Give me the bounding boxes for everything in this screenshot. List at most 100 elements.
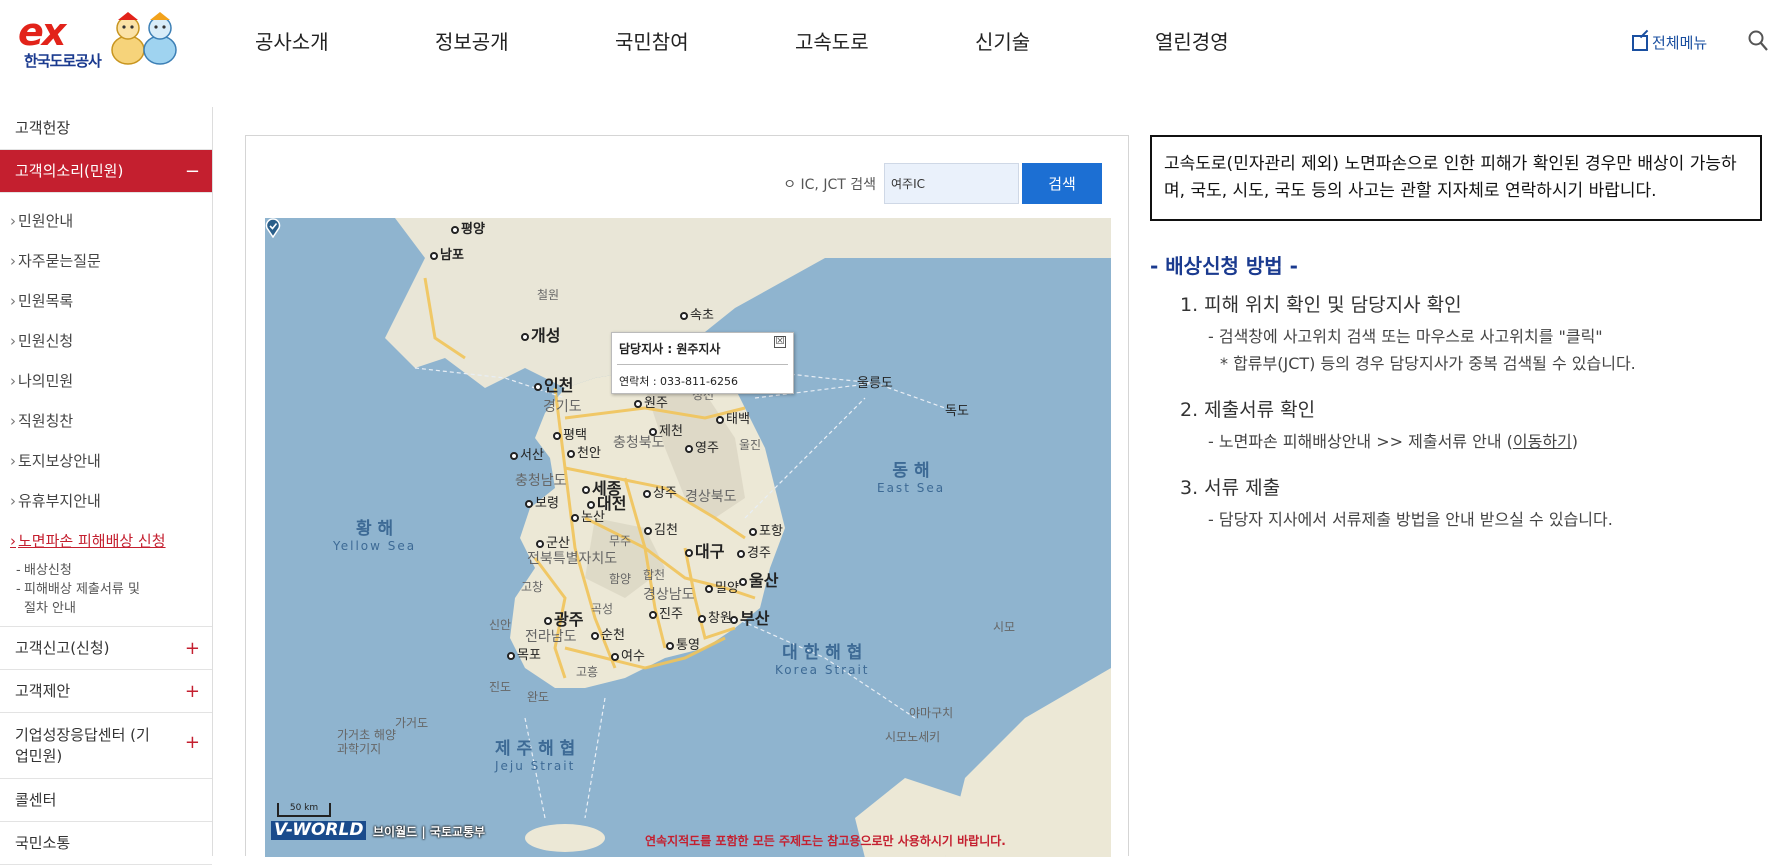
nav-item-expressway[interactable]: 고속도로	[795, 26, 975, 55]
ic-search-input[interactable]	[884, 163, 1019, 204]
map-label: 부산	[730, 605, 769, 629]
map-label: 전북특별자치도	[527, 551, 618, 567]
header: ex 한국도로공사 공사소개 정보공개 국민참여 고속도로 신기술 열린경영 전…	[0, 0, 1773, 84]
sea-label-jeju-strait: 제 주 해 협 Jeju Strait	[495, 739, 576, 773]
map-view[interactable]: 평양 남포 철원 속초 개성 인천 원주 동해 울릉도 독도 경기도 정선 태백…	[265, 218, 1111, 857]
all-menu-label: 전체메뉴	[1652, 34, 1708, 52]
close-icon[interactable]: ☒	[774, 336, 786, 348]
logo-mark: ex	[18, 10, 66, 54]
expand-icon: +	[184, 638, 200, 659]
map-label-pyongyang: 평양	[451, 218, 485, 237]
map-pin-icon[interactable]	[265, 218, 281, 238]
sidebar-sub-item[interactable]: 직원칭찬	[10, 401, 212, 441]
map-disclaimer: 연속지적도를 포함한 모든 주제도는 참고용으로만 사용하시기 바랍니다.	[645, 834, 1006, 848]
map-label-nampo: 남포	[430, 244, 464, 263]
sidebar: 고객헌장 고객의소리(민원) − 민원안내 자주묻는질문 민원목록 민원신청 나…	[0, 107, 213, 865]
ic-search-bar: ㅇ IC, JCT 검색 검색	[783, 163, 1102, 204]
map-label: 시모노세키	[885, 730, 941, 744]
map-label: 경상북도	[685, 489, 737, 505]
sidebar-third-item-documents[interactable]: - 피해배상 제출서류 및 절차 안내	[10, 580, 212, 618]
nav-item-about[interactable]: 공사소개	[255, 26, 435, 55]
sea-label-korea-strait: 대 한 해 협 Korea Strait	[775, 643, 870, 677]
sidebar-submenu: 민원안내 자주묻는질문 민원목록 민원신청 나의민원 직원칭찬 토지보상안내 유…	[0, 193, 212, 627]
sidebar-sub-item[interactable]: 나의민원	[10, 361, 212, 401]
map-label: 진도	[489, 680, 512, 694]
search-button[interactable]: 검색	[1022, 163, 1102, 204]
map-label: 통영	[666, 634, 700, 653]
map-label: 전라남도	[525, 629, 577, 645]
sidebar-sub-item[interactable]: 민원신청	[10, 321, 212, 361]
sidebar-item-voice[interactable]: 고객의소리(민원) −	[0, 150, 212, 193]
map-scale: 50 km	[277, 803, 331, 817]
external-link-icon	[1632, 34, 1648, 51]
map-label: 경주	[737, 542, 771, 561]
sidebar-item-report[interactable]: 고객신고(신청) +	[0, 627, 212, 670]
sidebar-third-item-apply[interactable]: - 배상신청	[10, 561, 212, 580]
step-2: 2. 제출서류 확인 - 노면파손 피해배상안내 >> 제출서류 안내 (이동하…	[1180, 395, 1760, 455]
map-panel: ㅇ IC, JCT 검색 검색	[245, 135, 1129, 857]
collapse-icon: −	[184, 161, 200, 182]
sidebar-sub-item-current[interactable]: 노면파손 피해배상 신청	[10, 521, 212, 561]
sea-label-yellow: 황 해 Yellow Sea	[333, 519, 417, 553]
map-label: 곡성	[591, 602, 614, 616]
method-title: - 배상신청 방법 -	[1150, 254, 1298, 278]
map-label: 충청남도	[515, 473, 567, 489]
step-note: * 합류부(JCT) 등의 경우 담당지사가 중복 검색될 수 있습니다.	[1220, 354, 1636, 373]
map-label: 신안	[489, 618, 512, 632]
map-label: 김천	[644, 519, 678, 538]
sidebar-sub-item[interactable]: 민원목록	[10, 281, 212, 321]
sidebar-item-label: 고객의소리(민원)	[15, 162, 124, 180]
vworld-logo: V-WORLD	[271, 821, 367, 840]
sidebar-item-callcenter[interactable]: 콜센터	[0, 779, 212, 822]
step-desc: - 노면파손 피해배상안내 >> 제출서류 안내 (이동하기)	[1208, 432, 1579, 451]
step-3: 3. 서류 제출 - 담당자 지사에서 서류제출 방법을 안내 받으실 수 있습…	[1180, 473, 1760, 533]
nav-item-participation[interactable]: 국민참여	[615, 26, 795, 55]
map-label: 무주	[609, 534, 632, 548]
nav-item-technology[interactable]: 신기술	[975, 26, 1155, 55]
map-label: 함양	[609, 572, 632, 586]
sidebar-item-communication[interactable]: 국민소통	[0, 822, 212, 865]
notice-box: 고속도로(민자관리 제외) 노면파손으로 인한 피해가 확인된 경우만 배상이 …	[1150, 135, 1762, 221]
step-1: 1. 피해 위치 확인 및 담당지사 확인 - 검색창에 사고위치 검색 또는 …	[1180, 290, 1760, 377]
map-label: 영주	[685, 437, 719, 456]
map-label: 독도	[945, 404, 969, 419]
sea-label-east: 동 해 East Sea	[877, 461, 946, 495]
map-label: 원주	[634, 392, 668, 411]
sidebar-sub-item[interactable]: 자주묻는질문	[10, 241, 212, 281]
map-label: 가거초 해양과학기지	[337, 728, 397, 756]
method-steps: 1. 피해 위치 확인 및 담당지사 확인 - 검색창에 사고위치 검색 또는 …	[1180, 290, 1760, 551]
map-label: 대구	[685, 538, 724, 562]
step-desc: - 담당자 지사에서 서류제출 방법을 안내 받으실 수 있습니다.	[1208, 510, 1613, 529]
step-title: 2. 제출서류 확인	[1180, 399, 1316, 421]
map-label: 경기도	[543, 399, 582, 415]
search-icon[interactable]	[1748, 30, 1768, 52]
map-credits: 브이월드 | 국토교통부	[373, 825, 486, 839]
sidebar-sub-item[interactable]: 유휴부지안내	[10, 481, 212, 521]
map-label: 창원	[698, 607, 732, 626]
map-label: 밀양	[705, 577, 739, 596]
step-desc: - 검색창에 사고위치 검색 또는 마우스로 사고위치를 "클릭"	[1208, 327, 1603, 346]
all-menu-button[interactable]: 전체메뉴	[1632, 32, 1707, 53]
nav-item-management[interactable]: 열린경영	[1155, 26, 1335, 55]
mascot-icon	[111, 12, 177, 65]
map-label: 고흥	[576, 665, 599, 679]
sidebar-item-suggestion[interactable]: 고객제안 +	[0, 670, 212, 713]
sidebar-item-label: 기업성장응답센터 (기업민원)	[15, 726, 150, 765]
expand-icon: +	[184, 681, 200, 702]
map-label: 여수	[611, 645, 645, 664]
map-label: 서산	[510, 444, 544, 463]
map-label: 울릉도	[857, 376, 893, 391]
sidebar-item-charter[interactable]: 고객헌장	[0, 107, 212, 150]
sidebar-item-business-center[interactable]: 기업성장응답센터 (기업민원) +	[0, 713, 212, 779]
map-label: 태백	[716, 408, 750, 427]
map-label: 철원	[537, 288, 560, 302]
map-label: 상주	[643, 482, 677, 501]
map-label: 개성	[521, 322, 560, 346]
nav-item-info[interactable]: 정보공개	[435, 26, 615, 55]
sidebar-sub-item[interactable]: 민원안내	[10, 201, 212, 241]
move-link[interactable]: 이동하기	[1513, 432, 1572, 451]
sidebar-sub-item[interactable]: 토지보상안내	[10, 441, 212, 481]
branch-popup: 담당지사 : 원주지사 ☒ 연락처 : 033-811-6256	[611, 332, 794, 394]
site-logo[interactable]: ex 한국도로공사	[18, 8, 190, 76]
map-label: 천안	[567, 442, 601, 461]
